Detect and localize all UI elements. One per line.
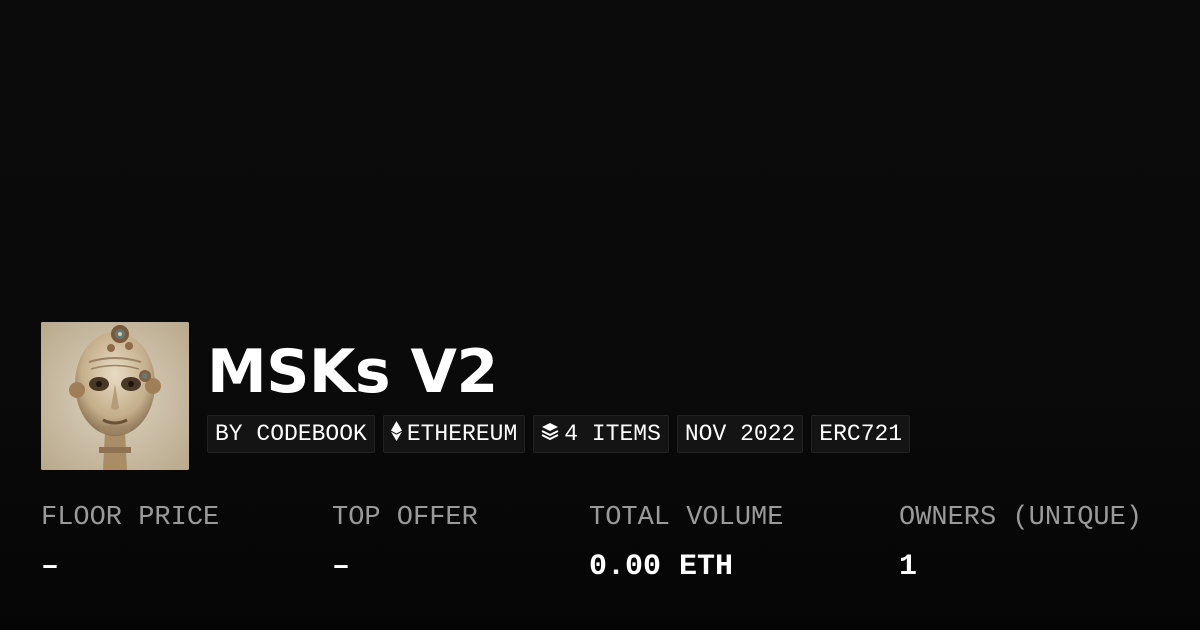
tag-creator-label: BY CODEBOOK: [215, 420, 367, 447]
stat-owners-value: 1: [899, 550, 918, 584]
tag-date-label: NOV 2022: [684, 420, 796, 447]
collection-avatar: [41, 322, 189, 470]
stat-total-volume: TOTAL VOLUME 0.00 ETH: [589, 503, 784, 584]
stat-top-offer-label: TOP OFFER: [332, 503, 478, 533]
tag-items-label: 4 ITEMS: [564, 420, 661, 447]
stat-owners-label: OWNERS (UNIQUE): [899, 503, 1143, 533]
collection-title: MSKs V2: [207, 337, 498, 407]
tag-items: 4 ITEMS: [533, 415, 669, 453]
tag-chain: ETHEREUM: [382, 415, 526, 453]
stat-top-offer-value: –: [332, 550, 351, 584]
stat-total-volume-label: TOTAL VOLUME: [589, 503, 784, 533]
stat-total-volume-value: 0.00 ETH: [589, 550, 734, 584]
tag-standard-label: ERC721: [819, 420, 903, 447]
tag-creator: BY CODEBOOK: [207, 415, 375, 453]
collection-header: MSKs V2 BY CODEBOOK ETHEREUM 4 ITEMS NOV…: [41, 322, 911, 470]
stat-floor-price-value: –: [41, 550, 60, 584]
collection-info: MSKs V2 BY CODEBOOK ETHEREUM 4 ITEMS NOV…: [207, 322, 911, 453]
tag-chain-label: ETHEREUM: [406, 420, 518, 447]
stat-floor-price-label: FLOOR PRICE: [41, 503, 220, 533]
layers-icon: [541, 422, 559, 446]
collection-og-card: MSKs V2 BY CODEBOOK ETHEREUM 4 ITEMS NOV…: [0, 0, 1200, 630]
stat-top-offer: TOP OFFER –: [332, 503, 478, 584]
collection-tags: BY CODEBOOK ETHEREUM 4 ITEMS NOV 2022 ER…: [207, 415, 911, 453]
tag-date: NOV 2022: [676, 415, 804, 453]
stat-floor-price: FLOOR PRICE –: [41, 503, 220, 584]
stat-owners: OWNERS (UNIQUE) 1: [899, 503, 1143, 584]
tag-standard: ERC721: [811, 415, 911, 453]
ethereum-icon: [390, 421, 402, 447]
